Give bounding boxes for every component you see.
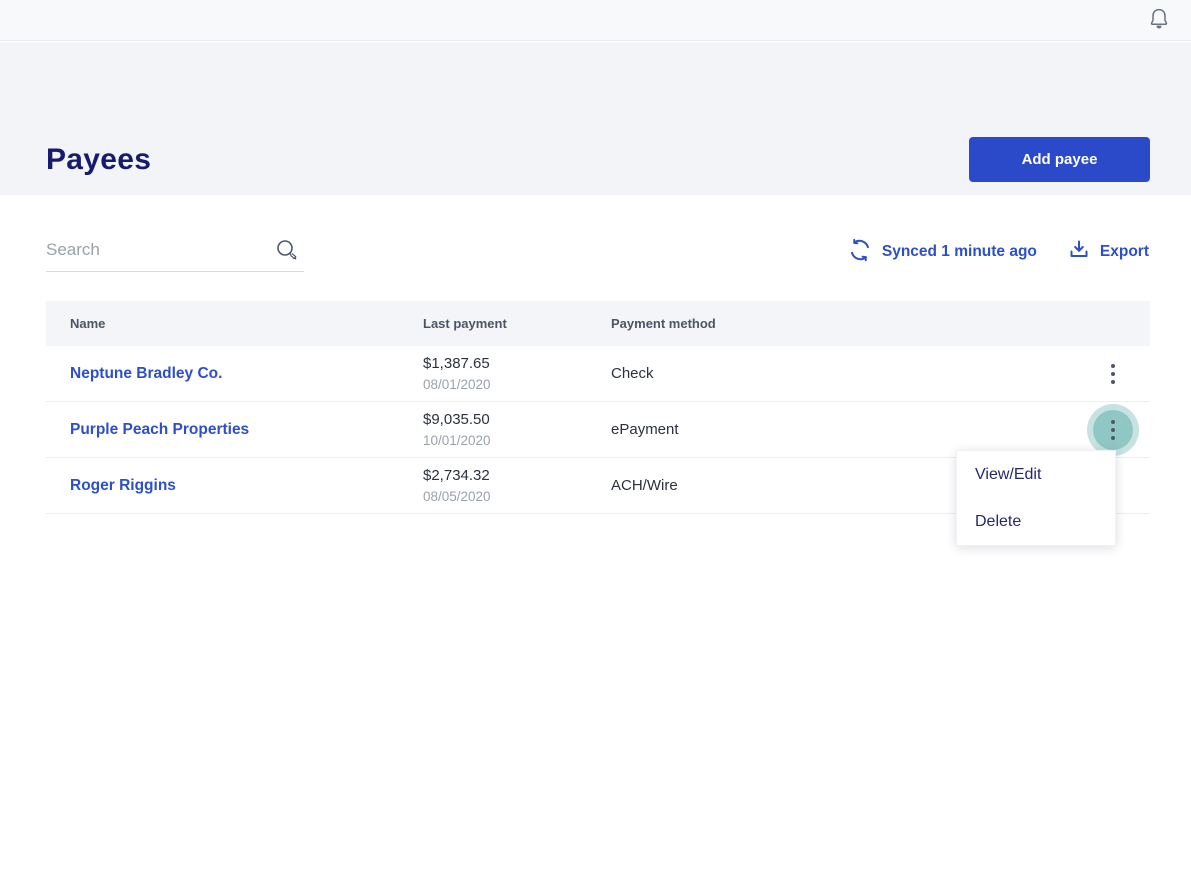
export-button[interactable]: Export <box>1067 238 1149 267</box>
column-header-last-payment: Last payment <box>423 316 507 331</box>
payee-name-link[interactable]: Neptune Bradley Co. <box>70 365 423 383</box>
menu-item-view-edit[interactable]: View/Edit <box>957 451 1115 498</box>
payment-date: 08/05/2020 <box>423 488 491 504</box>
table-row: Neptune Bradley Co. $1,387.65 08/01/2020… <box>46 346 1150 402</box>
page-header: Payees Add payee <box>0 42 1191 195</box>
column-header-payment-method: Payment method <box>611 316 716 331</box>
last-payment-cell: $2,734.32 08/05/2020 <box>423 467 611 504</box>
download-icon <box>1067 238 1091 267</box>
payment-amount: $1,387.65 <box>423 355 490 373</box>
toolbar-right: Synced 1 minute ago Export <box>847 237 1149 267</box>
menu-item-delete[interactable]: Delete <box>957 498 1115 545</box>
search-input[interactable] <box>46 231 270 269</box>
top-bar <box>0 0 1191 41</box>
export-label: Export <box>1099 243 1149 260</box>
sync-status-button[interactable]: Synced 1 minute ago <box>847 237 1037 268</box>
payment-method: ePayment <box>611 421 679 438</box>
bell-icon <box>1148 7 1170 34</box>
kebab-icon <box>1111 363 1115 384</box>
search-field <box>46 231 304 272</box>
payee-name-link[interactable]: Purple Peach Properties <box>70 421 423 439</box>
payment-method: Check <box>611 365 654 382</box>
page-title: Payees <box>46 143 152 176</box>
payment-date: 10/01/2020 <box>423 432 491 448</box>
last-payment-cell: $1,387.65 08/01/2020 <box>423 355 611 392</box>
payment-amount: $2,734.32 <box>423 467 490 485</box>
sync-status-label: Synced 1 minute ago <box>881 243 1037 260</box>
payment-amount: $9,035.50 <box>423 411 490 429</box>
last-payment-cell: $9,035.50 10/01/2020 <box>423 411 611 448</box>
search-icon[interactable] <box>274 237 300 268</box>
table-header-row: Name Last payment Payment method <box>46 301 1150 346</box>
row-actions-button-active[interactable] <box>1087 403 1139 456</box>
payee-name-link[interactable]: Roger Riggins <box>70 477 423 495</box>
notifications-button[interactable] <box>1145 6 1173 34</box>
kebab-icon <box>1111 419 1115 440</box>
payees-page: Payees Add payee Synced 1 minute <box>0 0 1191 890</box>
sync-refresh-icon <box>847 237 873 268</box>
row-actions-button[interactable] <box>1087 348 1139 400</box>
column-header-name: Name <box>70 316 106 331</box>
payment-date: 08/01/2020 <box>423 376 491 392</box>
row-context-menu: View/Edit Delete <box>956 450 1116 546</box>
add-payee-button[interactable]: Add payee <box>969 137 1150 182</box>
